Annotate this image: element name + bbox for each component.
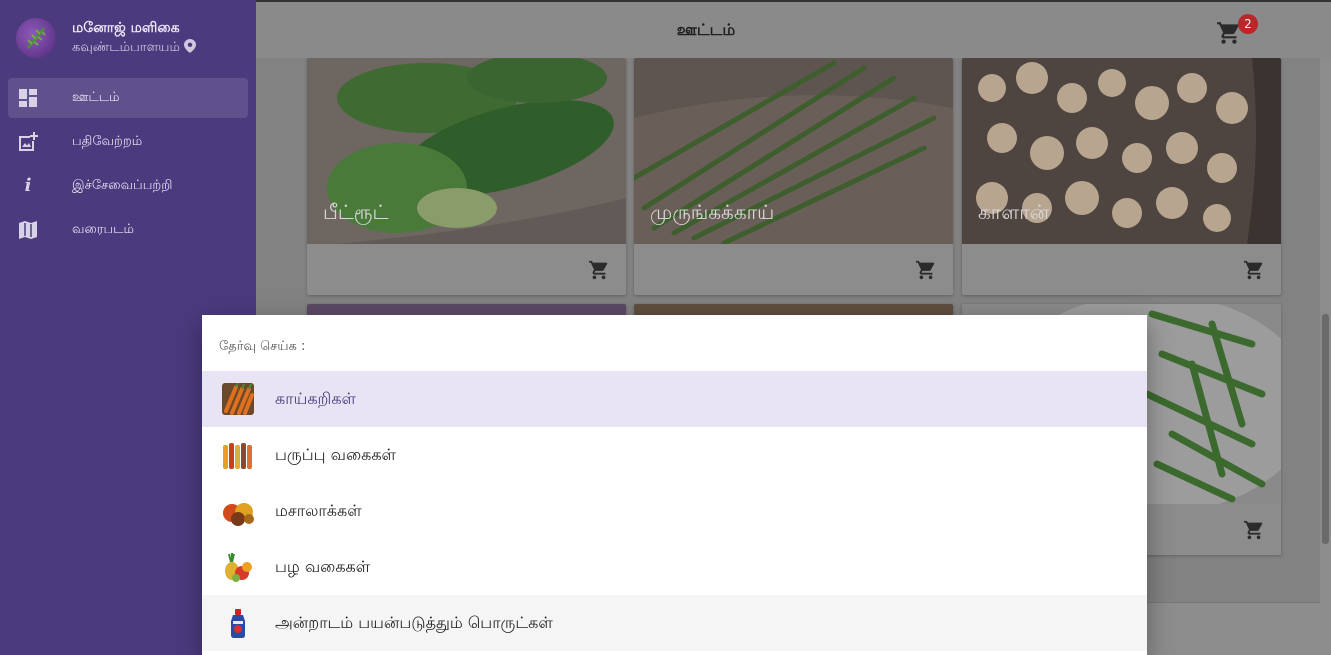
- category-option-pulses[interactable]: பருப்பு வகைகள்: [202, 427, 1147, 483]
- spices-icon: [222, 495, 254, 527]
- product-label: முருங்கக்காய்: [650, 200, 775, 224]
- top-app-bar: ஊட்டம் 2: [256, 0, 1331, 58]
- dashboard-icon: [18, 88, 38, 108]
- daily-goods-icon: [222, 607, 254, 639]
- product-card[interactable]: காளான்: [962, 58, 1281, 295]
- category-option-spices[interactable]: மசாலாக்கள்: [202, 483, 1147, 539]
- add-photo-icon: [18, 132, 38, 152]
- category-option-label: அன்றாடம் பயன்படுத்தும் பொருட்கள்: [275, 613, 553, 632]
- store-location-text: கவுண்டம்பாளயம்: [72, 40, 180, 55]
- sidebar-item-label: வரைபடம்: [72, 222, 134, 237]
- category-option-vegetables[interactable]: காய்கறிகள்: [202, 371, 1147, 427]
- cart-count-badge: 2: [1238, 14, 1258, 34]
- page-title: ஊட்டம்: [676, 20, 736, 39]
- fruits-icon: [222, 551, 254, 583]
- store-avatar: [16, 18, 56, 58]
- category-option-label: பருப்பு வகைகள்: [275, 445, 396, 464]
- scrollbar-thumb[interactable]: [1322, 314, 1329, 544]
- category-option-label: காய்கறிகள்: [275, 389, 356, 408]
- store-name: மனோஜ் மளிகை: [72, 20, 180, 36]
- vegetables-icon: [222, 382, 254, 415]
- sidebar-item-feed[interactable]: ஊட்டம்: [8, 78, 248, 118]
- category-option-fruits[interactable]: பழ வகைகள்: [202, 539, 1147, 595]
- dialog-title: தேர்வு செய்க :: [219, 339, 306, 354]
- category-option-label: பழ வகைகள்: [275, 557, 371, 576]
- category-dialog: தேர்வு செய்க : காய்கறிகள் பருப்பு வகைகள்…: [202, 315, 1147, 655]
- scrollbar[interactable]: [1320, 58, 1331, 655]
- store-header: மனோஜ் மளிகை கவுண்டம்பாளயம்: [0, 0, 256, 76]
- sidebar-item-about[interactable]: i இச்சேவைப்பற்றி: [8, 166, 248, 206]
- add-to-cart-icon[interactable]: [915, 259, 937, 281]
- app-root: மனோஜ் மளிகை கவுண்டம்பாளயம் ஊட்டம் பதிவேற…: [0, 0, 1331, 655]
- location-pin-icon: [183, 39, 196, 57]
- product-label: காளான்: [978, 200, 1050, 224]
- add-to-cart-icon[interactable]: [1243, 259, 1265, 281]
- pulses-icon: [222, 439, 254, 471]
- add-to-cart-icon[interactable]: [588, 259, 610, 281]
- product-card[interactable]: முருங்கக்காய்: [634, 58, 953, 295]
- category-option-daily-goods[interactable]: அன்றாடம் பயன்படுத்தும் பொருட்கள்: [202, 595, 1147, 651]
- info-icon: i: [24, 175, 32, 196]
- map-icon: [18, 220, 38, 240]
- sidebar-item-upload[interactable]: பதிவேற்றம்: [8, 122, 248, 162]
- add-to-cart-icon[interactable]: [1243, 519, 1265, 541]
- category-option-label: மசாலாக்கள்: [275, 501, 362, 520]
- product-label: பீட்ரூட்: [323, 200, 389, 224]
- sidebar-item-label: பதிவேற்றம்: [72, 134, 143, 149]
- sidebar-item-label: ஊட்டம்: [72, 90, 120, 105]
- store-location: கவுண்டம்பாளயம்: [72, 39, 196, 57]
- sidebar-item-map[interactable]: வரைபடம்: [8, 210, 248, 250]
- product-card[interactable]: பீட்ரூட்: [307, 58, 626, 295]
- sidebar-item-label: இச்சேவைப்பற்றி: [72, 178, 173, 193]
